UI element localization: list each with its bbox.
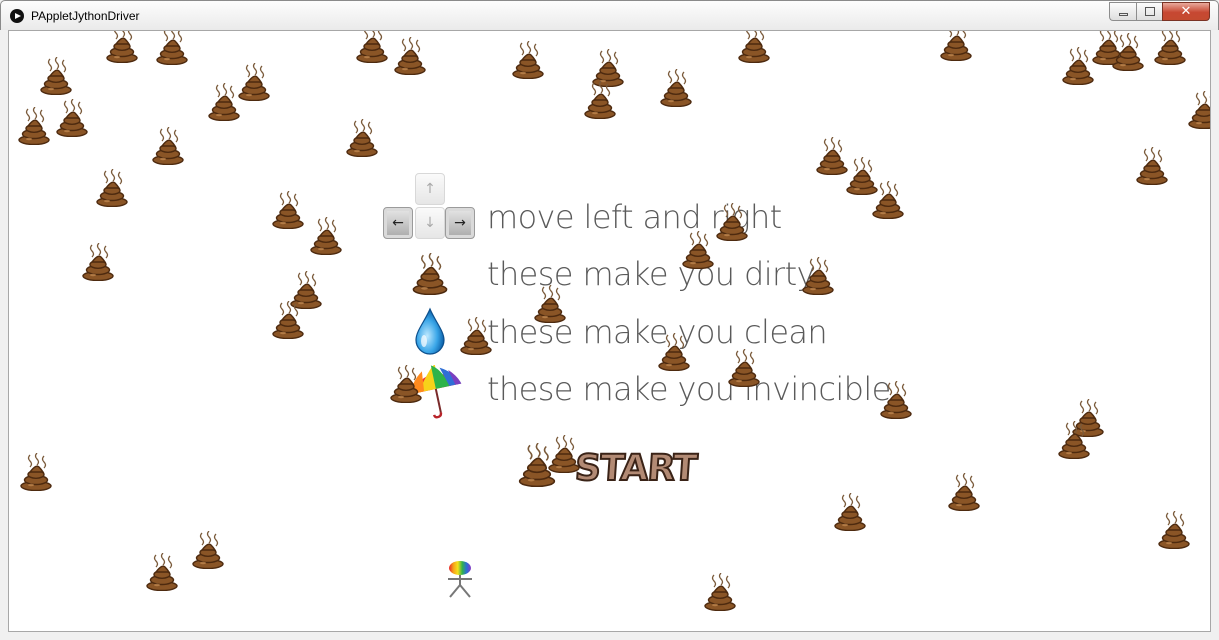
arrow-keys-icon: ↑ ← ↓ → — [383, 171, 475, 243]
falling-poo-icon — [727, 349, 761, 387]
left-arrow-key-icon: ← — [383, 207, 413, 239]
falling-poo-icon — [1187, 91, 1210, 129]
minimize-button[interactable] — [1109, 2, 1136, 21]
falling-poo-icon — [657, 333, 691, 371]
right-arrow-key-icon: → — [445, 207, 475, 239]
falling-poo-icon — [355, 31, 389, 63]
up-arrow-key-icon: ↑ — [415, 173, 445, 205]
falling-poo-icon — [737, 31, 771, 63]
falling-poo-icon — [879, 381, 913, 419]
falling-poo-icon — [947, 473, 981, 511]
player-character — [439, 559, 481, 601]
falling-poo-icon — [237, 63, 271, 101]
falling-poo-icon — [19, 453, 53, 491]
falling-poo-icon — [1135, 147, 1169, 185]
falling-poo-icon — [151, 127, 185, 165]
maximize-button[interactable] — [1136, 2, 1162, 21]
falling-poo-icon — [1111, 33, 1145, 71]
app-play-icon — [10, 9, 24, 23]
falling-poo-icon — [17, 107, 51, 145]
falling-poo-icon — [459, 317, 493, 355]
falling-poo-icon — [207, 83, 241, 121]
game-canvas[interactable]: ↑ ← ↓ → move left and right these make y… — [8, 30, 1211, 632]
falling-poo-icon — [393, 37, 427, 75]
falling-poo-icon — [681, 231, 715, 269]
falling-poo-icon — [1057, 421, 1091, 459]
falling-poo-icon — [659, 69, 693, 107]
falling-poo-icon — [145, 553, 179, 591]
water-drop-icon — [413, 307, 447, 355]
falling-poo-icon — [271, 301, 305, 339]
window-title: PAppletJythonDriver — [31, 9, 140, 23]
falling-poo-icon — [81, 243, 115, 281]
falling-poo-icon — [533, 285, 567, 323]
falling-poo-icon — [389, 365, 423, 403]
falling-poo-icon — [1157, 511, 1191, 549]
window-controls: ✕ — [1109, 2, 1210, 21]
window-titlebar[interactable]: PAppletJythonDriver ✕ — [0, 0, 1219, 30]
falling-poo-icon — [815, 137, 849, 175]
falling-poo-icon — [1153, 31, 1187, 65]
falling-poo-icon — [833, 493, 867, 531]
poo-legend-icon — [411, 253, 449, 295]
falling-poo-icon — [309, 217, 343, 255]
instruction-invincible: these make you invincible — [487, 370, 891, 408]
falling-poo-icon — [345, 119, 379, 157]
falling-poo-icon — [939, 31, 973, 61]
falling-poo-icon — [715, 203, 749, 241]
falling-poo-icon — [703, 573, 737, 611]
falling-poo-icon — [191, 531, 225, 569]
falling-poo-icon — [55, 99, 89, 137]
falling-poo-icon — [271, 191, 305, 229]
falling-poo-icon — [547, 435, 581, 473]
falling-poo-icon — [95, 169, 129, 207]
falling-poo-icon — [105, 31, 139, 63]
start-button[interactable]: START — [573, 447, 699, 490]
falling-poo-icon — [155, 31, 189, 65]
down-arrow-key-icon: ↓ — [415, 207, 445, 239]
falling-poo-icon — [583, 81, 617, 119]
falling-poo-icon — [871, 181, 905, 219]
falling-poo-icon — [511, 41, 545, 79]
falling-poo-icon — [801, 257, 835, 295]
close-button[interactable]: ✕ — [1162, 2, 1210, 21]
close-icon: ✕ — [1180, 4, 1192, 19]
falling-poo-icon — [1061, 47, 1095, 85]
falling-poo-icon — [39, 57, 73, 95]
